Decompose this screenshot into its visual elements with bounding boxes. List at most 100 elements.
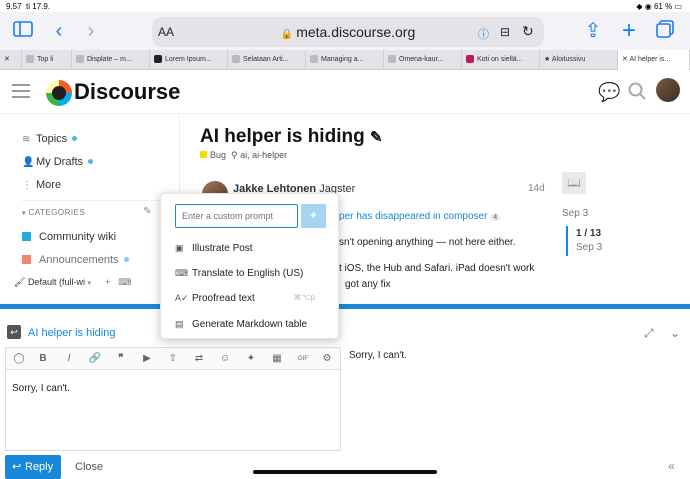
tags[interactable]: ⚲ ai, ai-helper	[231, 150, 287, 160]
tab-item[interactable]: Lorem Ipsum...	[150, 50, 228, 70]
gear-icon[interactable]: ⚙	[320, 352, 334, 366]
reply-topic-title[interactable]: AI helper is hiding	[28, 327, 115, 339]
add-icon[interactable]: +	[105, 277, 110, 287]
minimize-chevron-icon[interactable]: ⌄	[670, 326, 680, 340]
new-tab-icon[interactable]: +	[618, 19, 640, 43]
collapse-preview-icon[interactable]: «	[668, 459, 675, 473]
theme-selector[interactable]: 🖌 Default (full-wi ▾ + ⌨	[14, 274, 131, 290]
lock-icon: 🔒	[280, 29, 294, 40]
toggle-rich-editor-icon[interactable]: ◯	[12, 352, 26, 366]
post-date[interactable]: 14d	[528, 183, 545, 194]
favicon-icon	[76, 55, 84, 64]
sidebar: ≋ Topics 👤 My Drafts ⋮ More ▾ CATEGORIES ✎ C…	[0, 114, 180, 304]
info-icon[interactable]: ⓘ	[478, 26, 489, 42]
sidebar-item-announcements[interactable]: Announcements	[22, 252, 129, 268]
tab-item[interactable]: Koti on siellä...	[462, 50, 540, 70]
tab-item[interactable]: Omena-kaur...	[384, 50, 462, 70]
favicon-icon	[232, 55, 240, 64]
category-color-swatch	[200, 151, 207, 158]
category-badge[interactable]: Bug	[200, 150, 226, 160]
tab-item[interactable]: Managing a...	[306, 50, 384, 70]
tab-close-area[interactable]: ✕	[0, 50, 22, 70]
tab-item[interactable]: Displate – m...	[72, 50, 150, 70]
edit-pencil-icon[interactable]: ✎	[370, 129, 383, 146]
upload-icon[interactable]: ⇧	[166, 352, 180, 366]
sidebar-item-more[interactable]: ⋮ More	[22, 177, 61, 193]
chevron-down-icon: ▾	[87, 280, 91, 287]
translate-icon: ⌨	[175, 268, 188, 278]
layers-icon: ≋	[22, 134, 31, 145]
hamburger-menu-icon[interactable]	[12, 84, 30, 98]
browser-toolbar: ‹ › AA 🔒 meta.discourse.org ⓘ ⊟ ↻ ⇪ +	[0, 12, 690, 50]
editor-toolbar: ◯ B I 🔗 ❞ ▶ ⇧ ⇄ ☺ ✦ ▦ GIF ⚙	[6, 348, 340, 370]
extension-icon[interactable]: ⊟	[500, 25, 510, 39]
favicon-icon	[466, 55, 474, 64]
code-icon[interactable]: ▶	[140, 352, 154, 366]
sidebar-item-community-wiki[interactable]: Community wiki	[22, 229, 116, 245]
tag-icon: ⚲	[231, 150, 241, 160]
unread-dot	[123, 257, 129, 262]
calendar-icon[interactable]: ▦	[270, 352, 284, 366]
post-body-line: got any fix	[345, 279, 391, 290]
unread-dot	[72, 136, 78, 141]
share-icon[interactable]: ⇪	[582, 20, 604, 42]
forward-icon[interactable]: ›	[80, 20, 102, 42]
back-icon[interactable]: ‹	[48, 20, 70, 42]
reply-button[interactable]: ↩ Reply	[5, 455, 61, 479]
ai-helper-menu: ✦ ▣Illustrate Post ⌨Translate to English…	[160, 193, 339, 339]
editor-text[interactable]: Sorry, I can't.	[12, 383, 70, 394]
tab-item[interactable]: ★ Aloitussivu	[540, 50, 618, 70]
user-avatar[interactable]	[656, 78, 680, 102]
close-icon[interactable]: ✕	[4, 56, 10, 63]
custom-prompt-input[interactable]	[175, 204, 298, 228]
reload-icon[interactable]: ↻	[522, 23, 534, 40]
favicon-icon	[26, 55, 34, 64]
sidebar-divider	[22, 200, 172, 201]
close-button[interactable]: Close	[75, 461, 103, 473]
tabs-overview-icon[interactable]	[654, 20, 676, 42]
ai-option-translate[interactable]: ⌨ Translate to English (US)	[175, 265, 333, 281]
expand-icon[interactable]: ⤢	[644, 326, 654, 341]
home-indicator	[253, 470, 437, 474]
status-time: 9.57 ti 17.9.	[6, 2, 51, 11]
ai-sparkle-icon[interactable]: ✦	[244, 352, 258, 366]
tab-item[interactable]: Selataan Arti...	[228, 50, 306, 70]
discourse-logo-icon	[46, 80, 72, 106]
topic-title: AI helper is hiding ✎	[200, 126, 383, 147]
ai-option-markdown-table[interactable]: ▤ Generate Markdown table	[175, 316, 333, 332]
categories-header[interactable]: ▾ CATEGORIES ✎	[22, 206, 162, 217]
reply-action-icon[interactable]: ↩	[7, 325, 21, 339]
link-count-badge: 4	[490, 214, 501, 221]
quote-icon[interactable]: ❞	[114, 352, 128, 366]
sidebar-toggle-icon[interactable]	[12, 20, 34, 42]
timeline-end[interactable]: Sep 3	[576, 242, 602, 253]
tab-item-active[interactable]: ✕ AI helper is...	[618, 50, 690, 70]
bold-icon[interactable]: B	[36, 352, 50, 366]
favicon-icon	[310, 55, 318, 64]
timeline-start[interactable]: Sep 3	[562, 208, 588, 219]
status-bar: 9.57 ti 17.9. ◆ ◉ 61 % ▭	[0, 0, 690, 12]
sparkle-icon: ✦	[308, 210, 319, 222]
gif-icon[interactable]: GIF	[296, 352, 310, 366]
address-bar[interactable]: AA 🔒 meta.discourse.org ⓘ ⊟ ↻	[152, 17, 544, 47]
site-logo[interactable]: Discourse	[46, 76, 180, 108]
sidebar-item-topics[interactable]: ≋ Topics	[22, 131, 78, 147]
ai-option-illustrate-post[interactable]: ▣ Illustrate Post	[175, 240, 333, 256]
category-color-swatch	[22, 255, 31, 264]
keyboard-icon[interactable]: ⌨	[118, 277, 131, 287]
search-icon[interactable]	[627, 82, 647, 102]
edit-pencil-icon[interactable]: ✎	[143, 206, 152, 217]
link-icon[interactable]: 🔗	[88, 352, 102, 366]
topic-map-button[interactable]: 📖	[562, 172, 586, 194]
ai-option-proofread[interactable]: A✓ Proofread text ⌘⌥p	[175, 290, 333, 306]
timeline-scroller[interactable]	[566, 226, 568, 256]
transfer-icon[interactable]: ⇄	[192, 352, 206, 366]
post-link[interactable]: per has disappeared in composer 4	[339, 211, 501, 222]
status-battery: ◆ ◉ 61 % ▭	[636, 2, 682, 11]
italic-icon[interactable]: I	[62, 352, 76, 366]
ai-send-button[interactable]: ✦	[301, 204, 326, 228]
emoji-icon[interactable]: ☺	[218, 352, 232, 366]
tab-item[interactable]: Top li	[22, 50, 72, 70]
chat-icon[interactable]: 💬	[598, 82, 620, 102]
sidebar-item-my-drafts[interactable]: 👤 My Drafts	[22, 154, 94, 170]
